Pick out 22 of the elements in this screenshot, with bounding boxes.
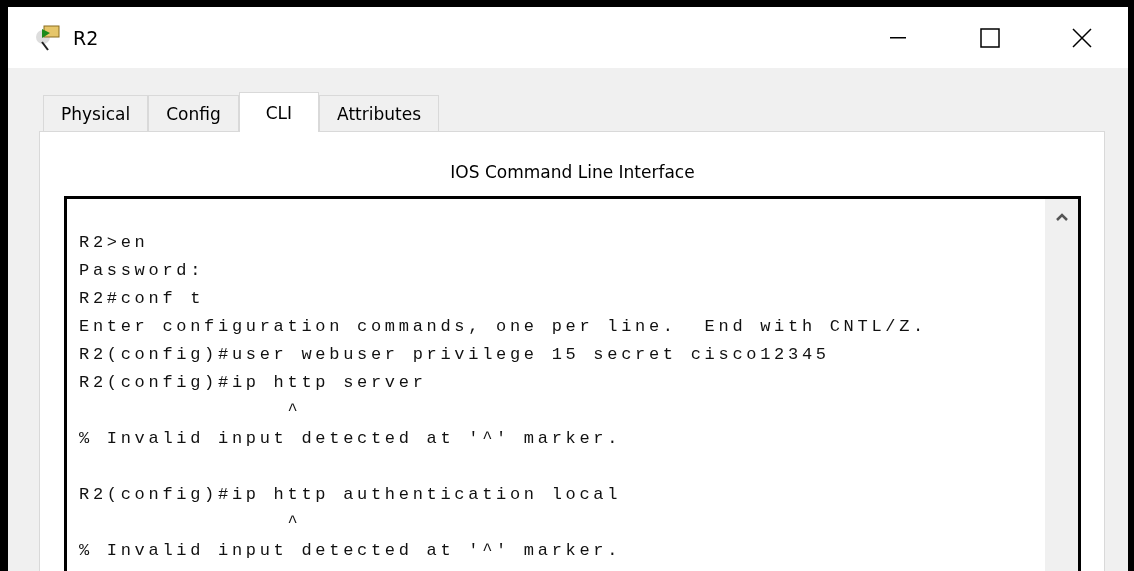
terminal-line: R2(config)#user webuser privilege 15 secret cisco12345 [79,344,831,366]
terminal-line: ^ [286,400,303,422]
terminal-line: R2#conf t [79,288,206,310]
terminal-line: Enter configuration commands, one per line. End with CNTL/Z. [79,316,928,338]
terminal-line: R2>en [79,232,150,254]
close-icon [1072,27,1092,48]
tab[interactable]: Config [148,95,239,131]
terminal-line: R2(config)#ip http server [79,372,428,394]
tab[interactable]: Attributes [319,95,439,131]
terminal-line: % Invalid input detected at '^' marker. [79,540,623,562]
minimize-icon [890,36,906,39]
router-icon [34,22,61,53]
tab[interactable]: Physical [43,95,149,131]
window-title: R2 [73,26,100,49]
terminal-line: % Invalid input detected at '^' marker. [79,428,623,450]
tab[interactable]: CLI [238,92,320,132]
terminal-line: R2(config)#ip http authentication local [79,484,623,506]
scroll-up-icon[interactable] [1055,213,1068,221]
panel-title: IOS Command Line Interface [449,161,696,184]
maximize-icon [980,27,1000,48]
terminal-line: Password: [79,260,206,282]
terminal-line: ^ [286,512,303,534]
